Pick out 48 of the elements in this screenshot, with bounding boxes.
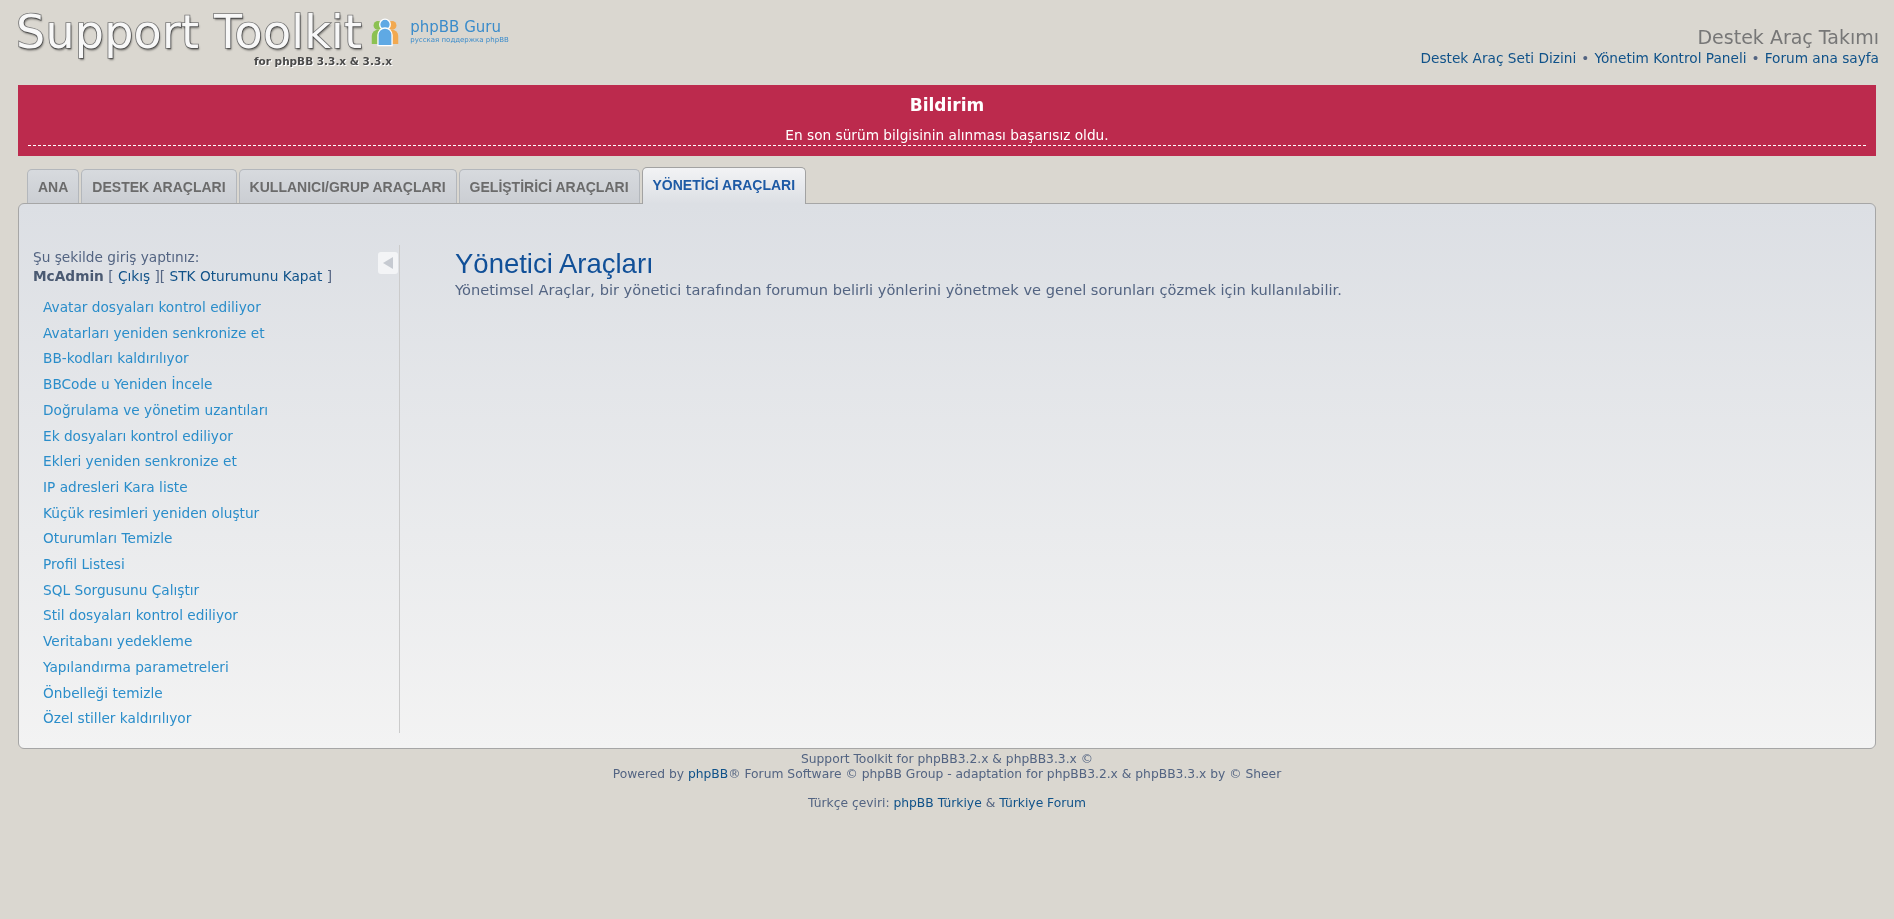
page-description: Yönetimsel Araçlar, bir yönetici tarafından forumun belirli yönlerini yönetmek ve genel sorunları çözmek için kullanılabilir.	[455, 281, 1342, 299]
sidebar-menu-link[interactable]: Ekleri yeniden senkronize et	[43, 449, 237, 475]
sidebar-menu-link[interactable]: Ek dosyaları kontrol ediliyor	[43, 423, 233, 450]
login-label: Şu şekilde giriş yaptınız:	[33, 248, 200, 267]
footer-link[interactable]: phpBB	[687, 766, 729, 781]
people-icon	[370, 17, 401, 47]
footer-link[interactable]: Türkiye Forum	[999, 796, 1087, 810]
sidebar-menu-link[interactable]: Önbelleği temizle	[43, 680, 163, 707]
sidebar-menu-link[interactable]: SQL Sorgusunu Çalıştır	[43, 577, 200, 604]
sidebar-menu-link[interactable]: Veritabanı yedekleme	[43, 629, 193, 655]
notice-message: En son sürüm bilgisinin alınması başarısız oldu.	[785, 126, 1109, 144]
logo-partner-name: phpBB Guru	[410, 19, 501, 36]
footer-link[interactable]: phpBB Türkiye	[893, 796, 982, 810]
tab[interactable]: YÖNETİCİ ARAÇLARI	[641, 167, 807, 204]
tab[interactable]: DESTEK ARAÇLARI	[81, 169, 237, 203]
tab[interactable]: ANA	[27, 169, 80, 203]
sidebar-menu-link[interactable]: IP adresleri Kara liste	[43, 474, 188, 501]
sidebar-menu-link[interactable]: Özel stiller kaldırılıyor	[43, 706, 192, 732]
sidebar-menu-link[interactable]: Avatarları yeniden senkronize et	[43, 320, 265, 347]
logo-subtitle: for phpBB 3.3.x & 3.3.x	[254, 54, 392, 68]
header-link[interactable]: Yönetim Kontrol Paneli	[1594, 49, 1747, 67]
logo-title: Support Toolkit	[16, 8, 363, 56]
site-title: Destek Araç Takımı	[1697, 25, 1879, 49]
sidebar-menu-link[interactable]: BB-kodları kaldırılıyor	[43, 346, 189, 373]
tab[interactable]: GELİŞTİRİCİ ARAÇLARI	[458, 169, 640, 203]
sidebar-menu-link[interactable]: Avatar dosyaları kontrol ediliyor	[43, 295, 261, 321]
notice-title: Bildirim	[909, 94, 985, 116]
sidebar-menu-link[interactable]: Oturumları Temizle	[43, 526, 173, 553]
nav-separator: •	[1751, 49, 1760, 67]
logout-link[interactable]: Çıkış	[117, 268, 151, 284]
caret-left-icon	[383, 257, 393, 269]
sidebar-menu-link[interactable]: Stil dosyaları kontrol ediliyor	[43, 603, 238, 630]
footer-credit-text: Powered by phpBB® Forum Software © phpBB Group - adaptation for phpBB3.2.x & phpBB3.3.x by © Sheer	[612, 766, 1282, 781]
sidebar-collapse-button[interactable]	[378, 252, 398, 274]
login-status: McAdmin [ Çıkış ][ STK Oturumunu Kapat ]	[33, 267, 332, 286]
sidebar-menu-link[interactable]: Doğrulama ve yönetim uzantıları	[43, 397, 269, 424]
tab[interactable]: KULLANICI/GRUP ARAÇLARI	[238, 169, 457, 203]
header-link[interactable]: Forum ana sayfa	[1764, 49, 1879, 67]
sidebar-menu-link[interactable]: BBCode u Yeniden İncele	[43, 372, 213, 398]
header-link[interactable]: Destek Araç Seti Dizini	[1420, 49, 1577, 67]
footer-translation-text: Türkçe çeviri: phpBB Türkiye & Türkiye Forum	[807, 796, 1087, 811]
footer-credit-text: Support Toolkit for phpBB3.2.x & phpBB3.3.x ©	[800, 752, 1094, 767]
sidebar-menu-link[interactable]: Yapılandırma parametreleri	[43, 654, 229, 681]
sidebar-menu-link[interactable]: Profil Listesi	[43, 552, 125, 578]
sidebar-menu-link[interactable]: Küçük resimleri yeniden oluştur	[43, 500, 260, 527]
logout-link[interactable]: STK Oturumunu Kapat	[169, 268, 323, 284]
nav-separator: •	[1581, 49, 1590, 67]
page-heading: Yönetici Araçları	[455, 248, 654, 280]
